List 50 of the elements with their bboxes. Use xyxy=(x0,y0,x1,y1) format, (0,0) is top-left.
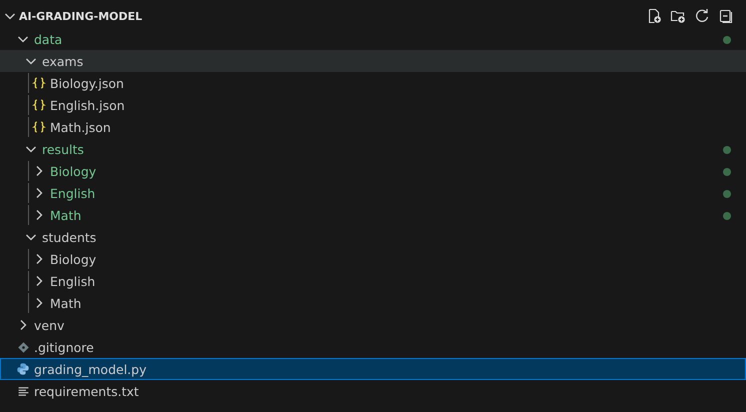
lines-icon xyxy=(16,384,30,398)
file-item[interactable]: Biology.json xyxy=(0,72,746,94)
refresh-icon[interactable] xyxy=(694,8,710,24)
item-name: Math xyxy=(50,208,82,222)
item-name: grading_model.py xyxy=(34,362,146,376)
item-name: exams xyxy=(42,54,84,68)
explorer-title: AI-GRADING-MODEL xyxy=(19,10,142,22)
folder-item[interactable]: English xyxy=(0,182,746,204)
diamond-icon xyxy=(16,340,30,354)
folder-item[interactable]: results xyxy=(0,138,746,160)
collapse-all-icon[interactable] xyxy=(718,8,734,24)
folder-item[interactable]: English xyxy=(0,270,746,292)
file-item[interactable]: English.json xyxy=(0,94,746,116)
folder-item[interactable]: Math xyxy=(0,292,746,314)
status-dot xyxy=(723,212,731,220)
item-name: Biology xyxy=(50,164,96,178)
item-name: results xyxy=(42,142,84,156)
item-name: .gitignore xyxy=(34,340,94,354)
folder-item[interactable]: venv xyxy=(0,314,746,336)
braces-icon xyxy=(32,76,46,90)
python-icon xyxy=(16,362,30,376)
braces-icon xyxy=(32,120,46,134)
item-name: Math xyxy=(50,296,82,310)
braces-icon xyxy=(32,98,46,112)
item-name: English xyxy=(50,274,96,288)
item-name: Math.json xyxy=(50,120,111,134)
status-dot xyxy=(723,146,731,154)
item-name: students xyxy=(42,230,96,244)
folder-item[interactable]: Biology xyxy=(0,160,746,182)
folder-item[interactable]: exams xyxy=(0,50,746,72)
file-item[interactable]: grading_model.py xyxy=(0,358,746,380)
folder-item[interactable]: data xyxy=(0,28,746,50)
folder-item[interactable]: students xyxy=(0,226,746,248)
status-dot xyxy=(723,36,731,44)
item-name: English xyxy=(50,186,96,200)
new-folder-icon[interactable] xyxy=(670,8,686,24)
file-item[interactable]: requirements.txt xyxy=(0,380,746,402)
item-name: English.json xyxy=(50,98,125,112)
item-name: venv xyxy=(34,318,64,332)
status-dot xyxy=(723,190,731,198)
folder-item[interactable]: Biology xyxy=(0,248,746,270)
item-name: Biology.json xyxy=(50,76,124,90)
item-name: data xyxy=(34,32,62,46)
new-file-icon[interactable] xyxy=(646,8,662,24)
status-dot xyxy=(723,168,731,176)
item-name: Biology xyxy=(50,252,96,266)
file-item[interactable]: Math.json xyxy=(0,116,746,138)
item-name: requirements.txt xyxy=(34,384,139,398)
file-item[interactable]: .gitignore xyxy=(0,336,746,358)
folder-item[interactable]: Math xyxy=(0,204,746,226)
